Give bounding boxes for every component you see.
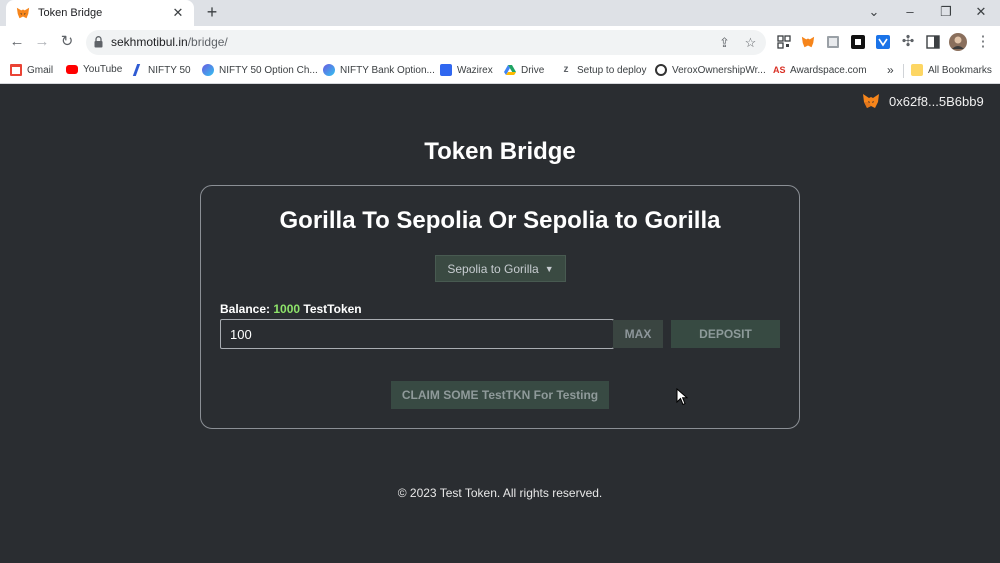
close-window-button[interactable]: ✕ — [971, 4, 991, 20]
browser-toolbar: ← → ↻ sekhmotibul.in/bridge/ ⇪ ☆ ✣ ⋮ — [0, 26, 1000, 58]
bridge-card: Gorilla To Sepolia Or Sepolia to Gorilla… — [200, 185, 800, 429]
reload-icon[interactable]: ↻ — [58, 33, 76, 51]
bookmark-label: Drive — [521, 64, 545, 76]
tab-token-bridge[interactable]: Token Bridge ✕ — [6, 0, 194, 26]
wallet-account[interactable]: 0x62f8...5B6bb9 — [862, 93, 984, 109]
z-icon: z — [563, 64, 569, 75]
profile-avatar[interactable] — [949, 33, 967, 51]
metamask-extension-icon[interactable] — [801, 35, 815, 49]
amount-input[interactable]: 100 — [220, 319, 614, 349]
tab-close-icon[interactable]: ✕ — [170, 5, 186, 21]
bookmark-item-wazirex[interactable]: Wazirex — [440, 64, 493, 76]
minimize-button[interactable]: – — [900, 4, 920, 20]
bookmarks-bar: Gmail YouTube NIFTY 50 NIFTY 50 Option C… — [0, 58, 1000, 84]
bookmark-item-setup-to-deploy[interactable]: z Setup to deploy — [560, 64, 647, 76]
bookmark-label: Setup to deploy — [577, 64, 647, 76]
bookmark-label: Wazirex — [457, 64, 493, 76]
page-title: Token Bridge — [424, 138, 576, 165]
chevron-down-icon: ▼ — [544, 263, 554, 274]
tab-search-icon[interactable]: ⌄ — [864, 4, 884, 20]
tab-strip: Token Bridge ✕ + ⌄ – ❐ ✕ — [0, 0, 1000, 26]
blue-extension-icon[interactable] — [876, 35, 890, 49]
tab-title: Token Bridge — [38, 7, 103, 19]
google-drive-icon — [504, 65, 516, 75]
address-bar[interactable]: sekhmotibul.in/bridge/ ⇪ ☆ — [86, 30, 766, 55]
bookmark-label: VeroxOwnershipWr... — [672, 64, 766, 76]
bookmark-item-nifty-50[interactable]: NIFTY 50 — [132, 64, 191, 76]
bookmark-star-icon[interactable]: ☆ — [742, 34, 759, 51]
sensibull-icon — [202, 64, 214, 76]
new-tab-button[interactable]: + — [203, 3, 221, 21]
bookmark-item-youtube[interactable]: YouTube — [66, 64, 122, 75]
bookmark-item-verox-ownership[interactable]: VeroxOwnershipWr... — [655, 64, 766, 76]
balance-amount: 1000 — [273, 302, 301, 316]
side-panel-icon[interactable] — [926, 35, 940, 49]
metamask-fox-icon — [863, 94, 879, 108]
bookmark-label: All Bookmarks — [928, 64, 992, 76]
mouse-cursor-icon — [676, 388, 688, 406]
bookmark-label: NIFTY 50 Option Ch... — [219, 64, 318, 76]
url-host: sekhmotibul.in — [111, 35, 188, 49]
bookmarks-divider — [903, 64, 904, 78]
extensions-puzzle-icon[interactable]: ✣ — [899, 33, 917, 51]
deposit-button[interactable]: DEPOSIT — [671, 320, 780, 348]
direction-select[interactable]: Sepolia to Gorilla ▼ — [435, 255, 566, 282]
bookmark-item-awardspace[interactable]: AS Awardspace.com — [773, 64, 867, 76]
nifty-chart-icon — [132, 64, 146, 76]
bookmark-item-drive[interactable]: Drive — [504, 64, 544, 76]
bookmark-label: Gmail — [27, 64, 54, 76]
bookmark-label: Awardspace.com — [790, 64, 867, 76]
footer-copyright: © 2023 Test Token. All rights reserved. — [397, 486, 603, 500]
bookmark-item-nifty-50-option-chain[interactable]: NIFTY 50 Option Ch... — [202, 64, 318, 76]
bookmark-label: NIFTY Bank Option... — [340, 64, 435, 76]
share-icon[interactable]: ⇪ — [716, 34, 733, 51]
awardspace-icon: AS — [773, 65, 786, 75]
restore-button[interactable]: ❐ — [936, 4, 956, 20]
bookmark-label: NIFTY 50 — [148, 64, 191, 76]
metamask-fox-icon — [16, 7, 30, 19]
lock-icon — [94, 36, 103, 48]
card-title: Gorilla To Sepolia Or Sepolia to Gorilla — [279, 207, 721, 234]
kebab-menu-icon[interactable]: ⋮ — [974, 33, 992, 51]
claim-testtkn-button[interactable]: CLAIM SOME TestTKN For Testing — [391, 381, 609, 409]
forward-arrow-icon[interactable]: → — [33, 33, 51, 51]
youtube-icon — [66, 65, 78, 74]
sensibull-icon — [323, 64, 335, 76]
bookmark-item-nifty-bank-option[interactable]: NIFTY Bank Option... — [323, 64, 435, 76]
verox-globe-icon — [655, 64, 667, 76]
image-extension-icon[interactable] — [826, 35, 840, 49]
all-bookmarks-folder[interactable]: All Bookmarks — [911, 64, 992, 76]
bookmarks-overflow-chevron[interactable]: » — [887, 63, 894, 77]
wazirx-icon — [440, 64, 452, 76]
back-arrow-icon[interactable]: ← — [8, 33, 26, 51]
max-button[interactable]: MAX — [613, 320, 663, 348]
dark-square-extension-icon[interactable] — [851, 35, 865, 49]
folder-icon — [911, 64, 923, 76]
amount-value: 100 — [230, 326, 252, 342]
url-path: /bridge/ — [187, 35, 228, 49]
url-text: sekhmotibul.in/bridge/ — [111, 35, 228, 49]
qr-extension-icon[interactable] — [777, 35, 791, 49]
balance-text: Balance: 1000 TestToken — [220, 302, 362, 316]
bridge-page: 0x62f8...5B6bb9 Token Bridge Gorilla To … — [0, 85, 1000, 563]
balance-unit: TestToken — [300, 302, 362, 316]
bookmark-label: YouTube — [83, 64, 123, 75]
gmail-icon — [10, 64, 22, 76]
balance-label: Balance: — [220, 302, 274, 316]
bookmark-item-gmail[interactable]: Gmail — [10, 64, 53, 76]
direction-selected-value: Sepolia to Gorilla — [447, 261, 539, 276]
wallet-address: 0x62f8...5B6bb9 — [889, 93, 984, 109]
